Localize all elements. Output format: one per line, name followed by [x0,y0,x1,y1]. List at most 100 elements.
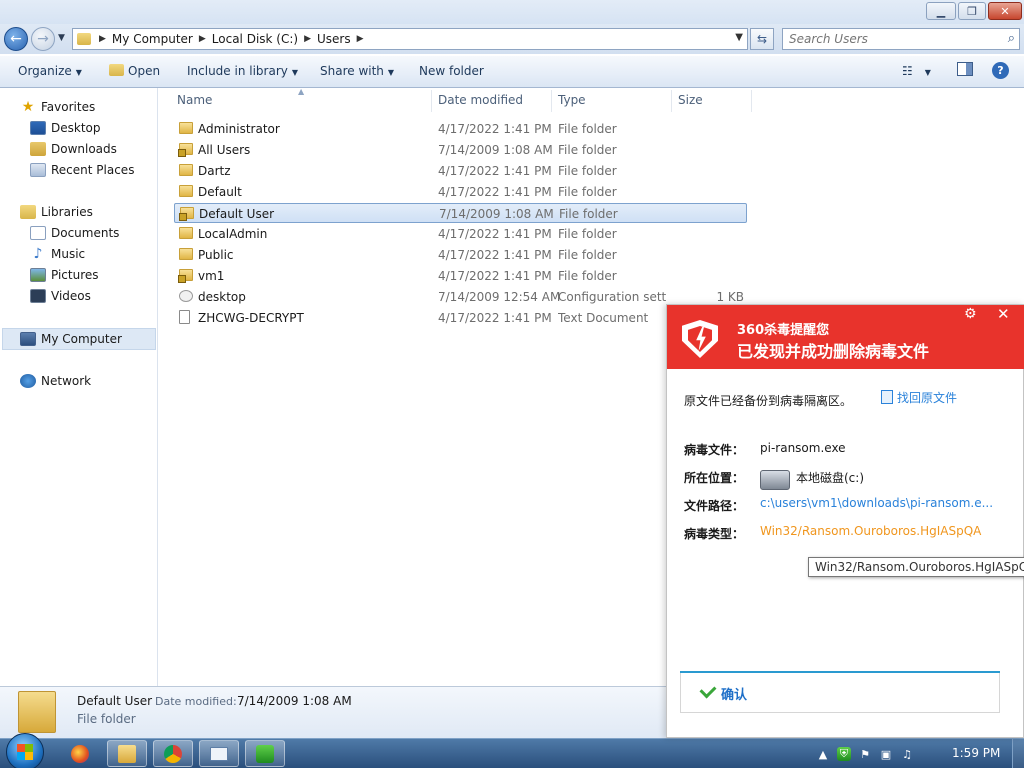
nav-music[interactable]: ♪ Music [30,244,86,264]
file-type: File folder [558,122,617,136]
breadcrumb-local-disk[interactable]: Local Disk (C:) [212,32,298,46]
file-row[interactable]: desktop 7/14/2009 12:54 AM Configuration s… [174,287,747,307]
network-tray-icon[interactable]: ▣ [879,747,893,761]
confirm-label: 确认 [721,688,748,703]
nav-recent-places[interactable]: Recent Places [30,160,134,180]
file-row[interactable]: Dartz 4/17/2022 1:41 PM File folder [174,161,747,181]
details-name: Default User [77,694,153,708]
virus-type-label: 病毒类型： [684,527,745,541]
window-titlebar: ▁ ❐ ✕ [0,0,1024,24]
show-desktop-button[interactable] [1012,739,1024,768]
breadcrumb-users[interactable]: Users [317,32,351,46]
nav-pictures[interactable]: Pictures [30,265,99,285]
file-name: Public [198,248,234,262]
preview-pane-button[interactable] [957,62,973,76]
breadcrumb-separator-icon[interactable]: ▶ [304,34,311,44]
search-box[interactable]: ⌕ [782,28,1020,50]
gear-icon[interactable]: ⚙ [964,306,977,322]
column-header-date-modified[interactable]: Date modified [438,93,523,107]
forward-button[interactable]: → [31,27,55,51]
file-row[interactable]: Public 4/17/2022 1:41 PM File folder [174,245,747,265]
search-icon[interactable]: ⌕ [1008,31,1015,46]
address-dropdown-icon[interactable]: ▼ [735,32,743,43]
nav-libraries[interactable]: Libraries [20,202,93,222]
nav-downloads[interactable]: Downloads [30,139,117,159]
file-row[interactable]: Default 4/17/2022 1:41 PM File folder [174,182,747,202]
close-icon[interactable]: ✕ [997,305,1010,323]
close-button[interactable]: ✕ [988,2,1022,20]
minimize-button[interactable]: ▁ [926,2,956,20]
volume-icon[interactable]: ♫ [900,747,914,761]
file-type: Configuration sett... [558,290,666,304]
new-folder-button[interactable]: New folder [419,64,484,78]
refresh-button[interactable]: ⇆ [750,28,774,50]
file-row[interactable]: Default User 7/14/2009 1:08 AM File folder [174,203,747,223]
file-row[interactable]: ZHCWG-DECRYPT 4/17/2022 1:41 PM Text Docum… [174,308,747,328]
downloads-icon [30,142,46,156]
breadcrumb-separator-icon[interactable]: ▶ [99,34,106,44]
breadcrumb-my-computer[interactable]: My Computer [112,32,193,46]
show-hidden-icons-icon[interactable]: ▲ [816,747,830,761]
share-with-button[interactable]: Share with ▼ [320,64,394,78]
open-label: Open [128,64,161,78]
column-header-name[interactable]: Name [177,93,212,107]
include-in-library-button[interactable]: Include in library ▼ [187,64,298,78]
file-path-link[interactable]: c:\users\vm1\downloads\pi-ransom.e... [760,496,993,510]
file-type: File folder [558,143,617,157]
breadcrumb-separator-icon[interactable]: ▶ [357,34,364,44]
nav-desktop[interactable]: Desktop [30,118,101,138]
file-row[interactable]: Administrator 4/17/2022 1:41 PM File folde… [174,119,747,139]
nav-label: My Computer [41,332,122,346]
file-row[interactable]: vm1 4/17/2022 1:41 PM File folder [174,266,747,286]
taskbar-firefox[interactable] [60,740,100,767]
popup-app-name: 360杀毒提醒您 [737,323,830,338]
maximize-button[interactable]: ❐ [958,2,986,20]
nav-favorites[interactable]: ★ Favorites [20,97,96,117]
column-divider[interactable] [551,90,552,112]
start-button[interactable] [6,733,44,768]
view-options-button[interactable]: ☷ ▼ [902,64,931,78]
taskbar-window[interactable] [199,740,239,767]
network-icon [20,374,36,388]
column-header-type[interactable]: Type [558,93,586,107]
organize-button[interactable]: Organize ▼ [18,64,82,78]
file-row[interactable]: All Users 7/14/2009 1:08 AM File folder [174,140,747,160]
nav-videos[interactable]: Videos [30,286,91,306]
column-divider[interactable] [431,90,432,112]
nav-label: Documents [51,226,120,240]
address-bar[interactable]: ▶ My Computer ▶ Local Disk (C:) ▶ Users … [72,28,748,50]
recent-pages-dropdown[interactable]: ▼ [58,33,65,43]
nav-my-computer[interactable]: My Computer [20,329,122,349]
breadcrumb-separator-icon[interactable]: ▶ [199,34,206,44]
command-bar: Organize ▼ Open Include in library ▼ Share… [0,56,1024,88]
nav-documents[interactable]: Documents [30,223,119,243]
clock[interactable]: 1:59 PM [952,746,1000,760]
action-center-flag-icon[interactable]: ⚑ [858,747,872,761]
taskbar-360-antivirus[interactable] [245,740,285,767]
file-date-modified: 7/14/2009 1:08 AM [438,143,553,157]
file-row[interactable]: LocalAdmin 4/17/2022 1:41 PM File folder [174,224,747,244]
window-icon [210,746,228,761]
back-button[interactable]: ← [4,27,28,51]
taskbar-chrome[interactable] [153,740,193,767]
file-name: Default [198,185,242,199]
preview-pane-icon [966,63,972,75]
folder-icon [77,33,91,45]
taskbar-explorer[interactable] [107,740,147,767]
share-with-label: Share with [320,64,384,78]
column-divider[interactable] [671,90,672,112]
360-shield-icon[interactable]: ⛨ [837,747,851,761]
restore-icon [881,390,893,404]
nav-network[interactable]: Network [20,371,91,391]
help-icon[interactable]: ? [992,62,1009,79]
360-shield-icon [256,744,274,763]
column-divider[interactable] [751,90,752,112]
search-input[interactable] [783,29,993,49]
open-button[interactable]: Open [109,64,160,78]
chevron-down-icon: ▼ [291,68,299,77]
confirm-button[interactable]: 确认 [680,673,1000,713]
column-label: Date modified [438,93,524,107]
folder-icon [179,185,193,197]
restore-file-link[interactable]: 找回原文件 [881,389,957,406]
column-header-size[interactable]: Size [678,93,703,107]
